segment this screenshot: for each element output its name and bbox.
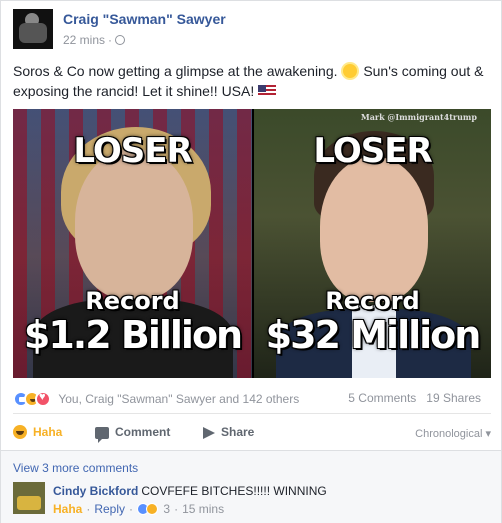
author-name[interactable]: Craig "Sawman" Sawyer <box>63 11 226 27</box>
post-card: Craig "Sawman" Sawyer 22 mins · Soros & C… <box>0 0 502 523</box>
haha-reaction-icon <box>146 503 159 515</box>
share-icon <box>203 427 215 439</box>
comment-text: COVFEFE BITCHES!!!!! WINNING <box>141 484 327 498</box>
left-heading: LOSER <box>73 131 192 171</box>
left-amount: $1.2 Billion <box>23 313 243 357</box>
right-amount: $32 Million <box>265 313 482 357</box>
comment-button-label: Comment <box>115 425 171 439</box>
comment-sort-dropdown[interactable]: Chronological ▾ <box>415 427 491 440</box>
author-avatar[interactable] <box>13 9 53 49</box>
comment-icon <box>95 427 109 443</box>
commenter-avatar[interactable] <box>13 482 45 514</box>
reaction-summary-text: You, Craig "Sawman" Sawyer and 142 other… <box>58 392 300 406</box>
love-reaction-icon <box>35 391 51 407</box>
post-text: Soros & Co now getting a glimpse at the … <box>13 61 495 101</box>
divider <box>13 413 491 414</box>
haha-icon <box>13 425 27 439</box>
comments-count-link[interactable]: 5 Comments <box>348 391 416 405</box>
view-more-comments-link[interactable]: View 3 more comments <box>13 461 138 475</box>
post-image[interactable]: LOSER Record $1.2 Billion Mark @Immigran… <box>13 109 491 378</box>
comment-actions: Haha · Reply · 3 · 15 mins <box>53 502 225 516</box>
share-button[interactable]: Share <box>203 425 254 439</box>
right-heading: LOSER <box>313 131 432 171</box>
globe-icon[interactable] <box>115 35 126 45</box>
commenter-name[interactable]: Cindy Bickford <box>53 484 138 498</box>
comment-reply-link[interactable]: Reply <box>94 502 125 516</box>
reaction-counts: You, Craig "Sawman" Sawyer and 142 other… <box>13 390 491 408</box>
sort-label: Chronological <box>415 428 483 440</box>
share-button-label: Share <box>221 425 255 439</box>
comment-reaction-count[interactable]: 3 <box>163 502 170 516</box>
comment-haha-link[interactable]: Haha <box>53 502 82 516</box>
haha-button-label: Haha <box>33 425 63 439</box>
us-flag-icon <box>258 85 277 97</box>
right-caption: Record <box>325 287 420 315</box>
sun-icon <box>343 64 358 78</box>
image-watermark: Mark @Immigrant4trump <box>360 112 477 122</box>
post-timestamp[interactable]: 22 mins <box>63 33 105 47</box>
action-bar: Haha Comment Share Chronological ▾ <box>13 421 491 445</box>
caret-down-icon: ▾ <box>485 428 491 440</box>
post-text-part1: Soros & Co now getting a glimpse at the … <box>13 63 338 79</box>
engagement-counts: 5 Comments 19 Shares <box>348 391 481 405</box>
shares-count-link[interactable]: 19 Shares <box>426 391 481 405</box>
left-caption: Record <box>85 287 180 315</box>
comments-section: View 3 more comments Cindy Bickford COVFE… <box>1 450 501 523</box>
post-meta: 22 mins · <box>63 33 126 47</box>
reaction-summary[interactable]: You, Craig "Sawman" Sawyer and 142 other… <box>13 391 299 407</box>
image-right-panel: Mark @Immigrant4trump LOSER Record $32 M… <box>254 109 491 378</box>
comment-button[interactable]: Comment <box>95 425 171 443</box>
comment-timestamp[interactable]: 15 mins <box>182 502 224 516</box>
haha-button[interactable]: Haha <box>13 425 62 439</box>
image-left-panel: LOSER Record $1.2 Billion <box>13 109 252 378</box>
comment-body: Cindy Bickford COVFEFE BITCHES!!!!! WINNI… <box>53 484 327 498</box>
